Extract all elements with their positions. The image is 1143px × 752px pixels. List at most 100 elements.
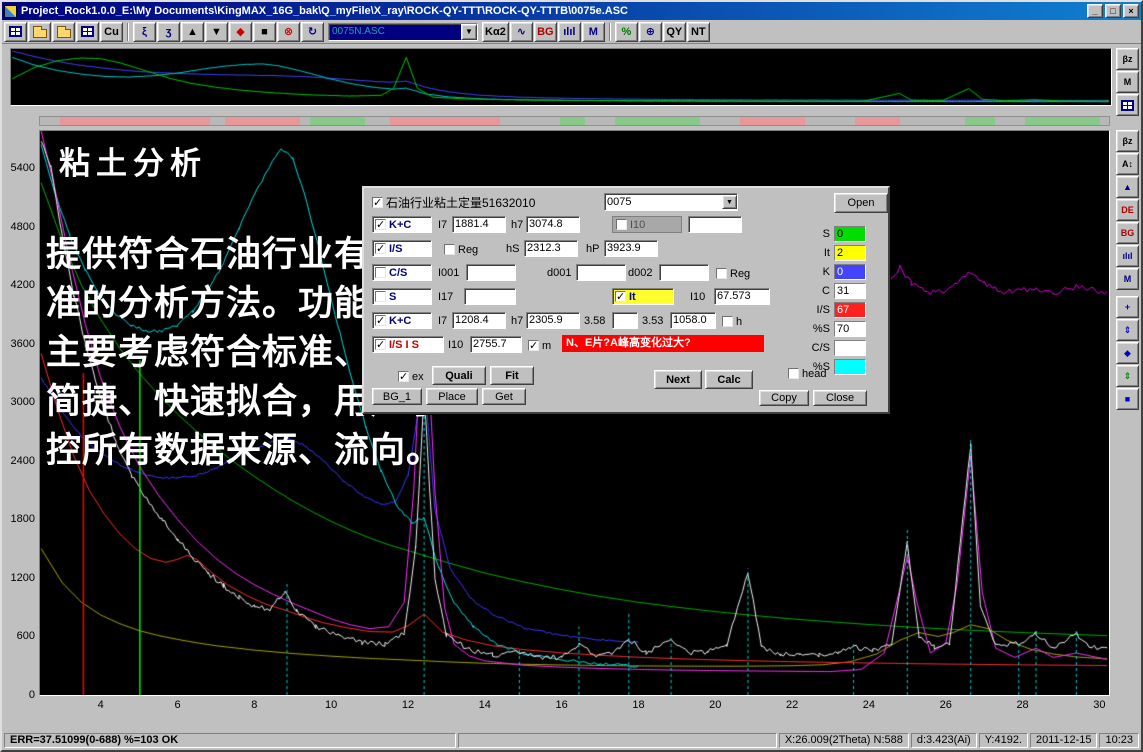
d002-field[interactable] [659, 264, 709, 281]
i001-field[interactable] [466, 264, 516, 281]
h-checkbox[interactable] [722, 316, 733, 327]
h7b-field[interactable]: 2305.9 [526, 312, 580, 329]
it-checkbox[interactable] [615, 291, 626, 302]
cs-field[interactable]: C/S [372, 264, 432, 281]
bg1-button[interactable]: BG_1 [372, 388, 422, 405]
is1-field[interactable]: I/S [372, 240, 432, 257]
hp-field[interactable]: 3923.9 [604, 240, 658, 257]
d001-field[interactable] [576, 264, 626, 281]
dialog-title-checkbox-group[interactable]: 石油行业粘土定量51632010 [372, 195, 535, 210]
status-filler [458, 733, 777, 748]
rail-range-button[interactable]: ⇕ [1116, 365, 1139, 387]
rail-expand-button[interactable]: ⇕ [1116, 319, 1139, 341]
it-field[interactable]: It [612, 288, 674, 305]
rail-move-button[interactable]: + [1116, 296, 1139, 318]
anode-cu-button[interactable]: Cu [100, 22, 123, 42]
data-grid-button[interactable] [76, 22, 99, 42]
stop-button[interactable]: ■ [253, 22, 276, 42]
histogram-button[interactable]: ılıl [558, 22, 581, 42]
rail-marker-button[interactable]: ◆ [1116, 342, 1139, 364]
scale-down-button[interactable]: ▼ [205, 22, 228, 42]
d358-field[interactable] [612, 312, 638, 329]
rail-scale-button[interactable]: A↕ [1116, 153, 1139, 175]
background-button[interactable]: BG [534, 22, 557, 42]
ex-checkbox[interactable] [398, 371, 409, 382]
scale-up-button[interactable]: ▲ [181, 22, 204, 42]
rail-bz-button[interactable]: βz [1116, 130, 1139, 152]
wave-button[interactable]: ∿ [510, 22, 533, 42]
combobox-dropdown-icon[interactable]: ▼ [461, 24, 477, 40]
close-button[interactable]: × [1123, 4, 1139, 18]
fit-button[interactable]: Fit [490, 366, 534, 385]
kc1-field[interactable]: K+C [372, 216, 432, 233]
calc-button[interactable]: Calc [705, 370, 753, 389]
get-button[interactable]: Get [482, 388, 526, 405]
rail-stop-button[interactable]: ■ [1116, 388, 1139, 410]
rail-trace-button[interactable]: M [1116, 71, 1139, 93]
reg2-checkbox-group[interactable]: Reg [716, 266, 750, 281]
copy-button[interactable]: Copy [759, 390, 809, 406]
rail-de-button[interactable]: DE [1116, 199, 1139, 221]
d353-field[interactable]: 1058.0 [670, 312, 716, 329]
ex-checkbox-group[interactable]: ex [398, 369, 424, 384]
smooth-button[interactable]: ξ [133, 22, 156, 42]
table-button[interactable] [4, 22, 27, 42]
i10-checkbox[interactable] [616, 219, 627, 230]
reg2-checkbox[interactable] [716, 268, 727, 279]
m-checkbox-group[interactable]: m [528, 338, 551, 353]
h7-field[interactable]: 3074.8 [526, 216, 580, 233]
rail-fit-button[interactable]: M [1116, 268, 1139, 290]
sample-combobox[interactable]: 0075 ▼ [604, 193, 738, 211]
rail-hist-button[interactable]: ılıl [1116, 245, 1139, 267]
percent-button[interactable]: % [615, 22, 638, 42]
open-project-button[interactable] [52, 22, 75, 42]
h-checkbox-group[interactable]: h [722, 314, 742, 329]
globe-button[interactable]: ⊕ [639, 22, 662, 42]
reg1-checkbox[interactable] [444, 244, 455, 255]
is1-checkbox[interactable] [375, 243, 386, 254]
isis-field[interactable]: I/S I S [372, 336, 444, 353]
refresh-button[interactable]: ↻ [301, 22, 324, 42]
quali-button[interactable]: Quali [432, 366, 486, 385]
sample-dropdown-icon[interactable]: ▼ [722, 195, 737, 209]
strip-button[interactable]: ʒ [157, 22, 180, 42]
place-button[interactable]: Place [426, 388, 478, 405]
i10-value-field[interactable] [688, 216, 742, 233]
i10b-field[interactable]: 67.573 [714, 288, 770, 305]
reg1-checkbox-group[interactable]: Reg [444, 242, 478, 257]
overview-canvas[interactable] [11, 49, 1111, 105]
rail-table-button[interactable] [1116, 94, 1139, 116]
dialog-title-checkbox[interactable] [372, 197, 383, 208]
s-field[interactable]: S [372, 288, 432, 305]
cs-checkbox[interactable] [375, 267, 386, 278]
i10c-field[interactable]: 2755.7 [470, 336, 522, 353]
open-button[interactable]: Open [834, 193, 888, 213]
minimize-button[interactable]: _ [1087, 4, 1103, 18]
marker-button[interactable]: ◆ [229, 22, 252, 42]
kc2-checkbox[interactable] [375, 315, 386, 326]
rail-peaks-button[interactable]: ▲ [1116, 176, 1139, 198]
file-combobox[interactable]: 0075N.ASC ▼ [328, 23, 478, 41]
title-bar[interactable]: Project_Rock1.0.0_E:\My Documents\KingMA… [2, 2, 1141, 20]
m-checkbox[interactable] [528, 340, 539, 351]
open-file-button[interactable] [28, 22, 51, 42]
next-button[interactable]: Next [654, 370, 702, 389]
overview-chart[interactable] [10, 48, 1112, 106]
qy-button[interactable]: QY [663, 22, 686, 42]
rail-bg-button[interactable]: BG [1116, 222, 1139, 244]
s-checkbox[interactable] [375, 291, 386, 302]
kc1-checkbox[interactable] [375, 219, 386, 230]
rail-bz2-button[interactable]: βz [1116, 48, 1139, 70]
peakfit-button[interactable]: M [582, 22, 605, 42]
isis-checkbox[interactable] [375, 339, 386, 350]
delete-button[interactable]: ⊗ [277, 22, 300, 42]
restore-button[interactable]: □ [1105, 4, 1121, 18]
i7b-field[interactable]: 1208.4 [452, 312, 506, 329]
hs-field[interactable]: 2312.3 [524, 240, 578, 257]
kc2-field[interactable]: K+C [372, 312, 432, 329]
close-dialog-button[interactable]: Close [813, 390, 867, 406]
nt-button[interactable]: NT [687, 22, 710, 42]
kalpha2-button[interactable]: Kα2 [482, 22, 509, 42]
i7-field[interactable]: 1881.4 [452, 216, 506, 233]
i17-field[interactable] [464, 288, 516, 305]
